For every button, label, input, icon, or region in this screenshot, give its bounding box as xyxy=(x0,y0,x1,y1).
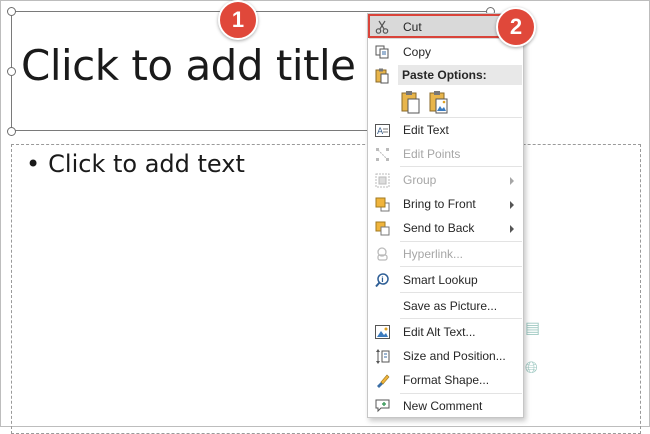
group-icon xyxy=(373,171,391,189)
menu-item-copy[interactable]: Copy xyxy=(369,40,522,64)
submenu-arrow-icon xyxy=(510,177,514,185)
content-placeholder[interactable]: • Click to add text xyxy=(11,144,641,434)
menu-separator xyxy=(400,166,522,167)
paste-options-header: Paste Options: xyxy=(398,65,522,85)
context-menu: Cut Copy Paste Options: A Edit Text Edit… xyxy=(367,13,524,418)
paste-as-picture-icon[interactable] xyxy=(429,90,449,114)
content-placeholder-label: Click to add text xyxy=(48,150,245,178)
menu-item-new-comment-label: New Comment xyxy=(403,399,483,413)
menu-item-send-to-back-label: Send to Back xyxy=(403,221,475,235)
menu-item-edit-points-label: Edit Points xyxy=(403,147,461,161)
menu-item-format-shape[interactable]: Format Shape... xyxy=(369,368,522,392)
menu-item-edit-alt-text-label: Edit Alt Text... xyxy=(403,325,476,339)
send-to-back-icon xyxy=(373,219,391,237)
bring-to-front-icon xyxy=(373,195,391,213)
submenu-arrow-icon xyxy=(510,225,514,233)
menu-item-copy-label: Copy xyxy=(403,45,432,59)
insert-table-icon[interactable]: ▤ xyxy=(525,318,540,338)
insert-online-picture-icon[interactable]: 🌐︎ xyxy=(525,360,538,378)
menu-item-format-shape-label: Format Shape... xyxy=(403,373,490,387)
menu-item-group[interactable]: Group xyxy=(369,168,522,192)
menu-item-edit-text-label: Edit Text xyxy=(403,123,449,137)
menu-item-smart-lookup[interactable]: i Smart Lookup xyxy=(369,268,522,292)
copy-icon xyxy=(373,43,391,61)
new-comment-icon xyxy=(373,397,391,415)
menu-separator xyxy=(400,318,522,319)
menu-item-bring-to-front[interactable]: Bring to Front xyxy=(369,192,522,216)
resize-handle-bottom-left[interactable] xyxy=(7,127,16,136)
smart-lookup-icon: i xyxy=(373,271,391,289)
edit-points-icon xyxy=(373,145,391,163)
menu-separator xyxy=(400,266,522,267)
menu-item-hyperlink[interactable]: Hyperlink... xyxy=(369,242,522,266)
size-and-position-icon xyxy=(373,347,391,365)
menu-item-send-to-back[interactable]: Send to Back xyxy=(369,216,522,240)
menu-item-size-and-position[interactable]: Size and Position... xyxy=(369,344,522,368)
cut-highlight-outline xyxy=(368,14,503,38)
step-badge-1: 1 xyxy=(218,0,258,40)
menu-item-new-comment[interactable]: New Comment xyxy=(369,394,522,418)
paste-use-destination-theme-icon[interactable] xyxy=(401,90,421,114)
svg-text:i: i xyxy=(381,276,383,284)
menu-item-size-and-position-label: Size and Position... xyxy=(403,349,506,363)
menu-item-save-as-picture-label: Save as Picture... xyxy=(403,299,498,313)
menu-separator xyxy=(400,292,522,293)
menu-item-edit-points[interactable]: Edit Points xyxy=(369,142,522,166)
content-placeholder-text: • Click to add text xyxy=(26,150,245,178)
menu-item-edit-alt-text[interactable]: Edit Alt Text... xyxy=(369,320,522,344)
step-badge-2: 2 xyxy=(496,7,536,47)
alt-text-icon xyxy=(373,323,391,341)
resize-handle-middle-left[interactable] xyxy=(7,67,16,76)
paste-options-label: Paste Options: xyxy=(402,68,487,82)
submenu-arrow-icon xyxy=(510,201,514,209)
menu-item-group-label: Group xyxy=(403,173,437,187)
title-placeholder-text: Click to add title xyxy=(21,41,356,90)
menu-item-bring-to-front-label: Bring to Front xyxy=(403,197,476,211)
menu-item-save-as-picture[interactable]: Save as Picture... xyxy=(369,294,522,318)
format-shape-icon xyxy=(373,371,391,389)
paste-icon xyxy=(373,67,391,85)
bullet-glyph: • xyxy=(26,150,41,178)
hyperlink-icon xyxy=(373,245,391,263)
edit-text-icon: A xyxy=(373,121,391,139)
menu-item-smart-lookup-label: Smart Lookup xyxy=(403,273,478,287)
menu-item-edit-text[interactable]: A Edit Text xyxy=(369,118,522,142)
svg-text:A: A xyxy=(377,127,384,137)
menu-item-hyperlink-label: Hyperlink... xyxy=(403,247,464,261)
resize-handle-top-left[interactable] xyxy=(7,7,16,16)
